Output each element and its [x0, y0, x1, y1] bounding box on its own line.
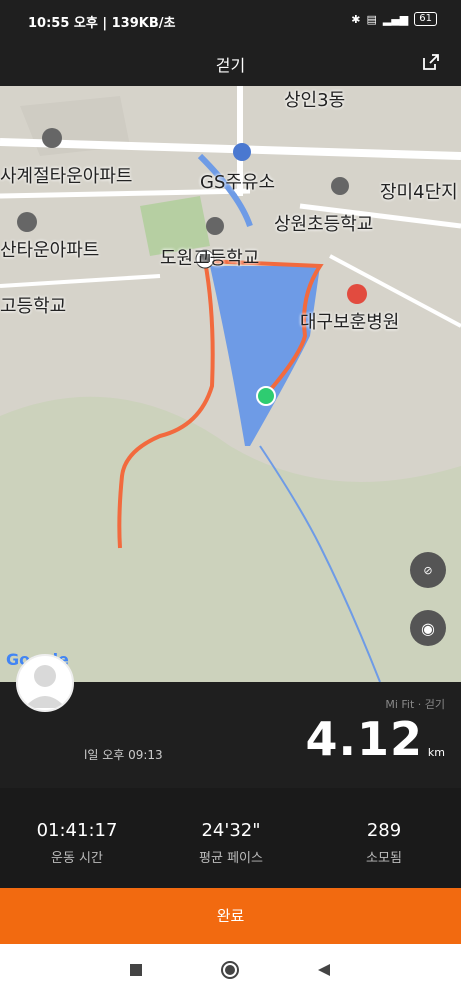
done-button[interactable]: 완료: [0, 888, 461, 944]
hide-km-button[interactable]: ⊘: [410, 552, 446, 588]
gas-station-icon: [233, 143, 251, 161]
map-label: 산타운아파트: [0, 240, 100, 261]
share-icon[interactable]: [421, 52, 441, 72]
stat-value: 24'32": [201, 820, 261, 841]
status-time: 10:55 오후 | 139KB/초: [28, 16, 176, 31]
km-hidden-icon: ⊘: [423, 563, 433, 577]
map-label: 대구보훈병원: [300, 312, 400, 333]
back-button[interactable]: [316, 962, 332, 978]
stat-label: 평균 페이스: [199, 851, 263, 866]
home-button[interactable]: [220, 960, 240, 980]
stat-calories: 289 소모됨: [307, 820, 461, 866]
eye-icon: ◉: [421, 618, 435, 638]
map-label: 고등학교: [0, 296, 67, 317]
data-source: Mi Fit · 걷기: [385, 698, 445, 711]
distance-value: 4.12: [305, 712, 423, 766]
map-label: 장미4단지: [380, 182, 458, 203]
stat-duration: 01:41:17 운동 시간: [0, 820, 154, 866]
map-label: 상인3동: [284, 90, 346, 111]
system-nav-bar: [0, 944, 461, 1000]
hospital-icon: [347, 284, 367, 304]
bluetooth-icon: ✱: [351, 12, 361, 26]
app-bar: 걷기: [0, 40, 461, 86]
stat-label: 운동 시간: [51, 851, 103, 866]
start-marker-icon: [256, 386, 276, 406]
route-map[interactable]: 상인3동 사계절타운아파트 GS주유소 장미4단지 상원초등학교 산타운아파트 …: [0, 86, 461, 682]
avatar: [16, 654, 74, 712]
distance-unit: km: [427, 746, 445, 759]
volte-icon: ▤: [366, 12, 377, 26]
school-icon: [331, 177, 349, 195]
stat-value: 289: [366, 820, 402, 841]
map-label: 도원고등학교: [160, 248, 260, 269]
workout-date: l일 오후 09:13: [84, 748, 163, 762]
visibility-button[interactable]: ◉: [410, 610, 446, 646]
map-label: GS주유소: [200, 172, 276, 193]
battery-indicator: 61: [414, 12, 437, 26]
apartment-icon: [17, 212, 37, 232]
recents-button[interactable]: [128, 962, 144, 978]
map-label: 사계절타운아파트: [0, 166, 133, 187]
apartment-icon: [42, 128, 62, 148]
signal-icon: ▂▄▆: [382, 12, 409, 26]
page-title: 걷기: [215, 56, 246, 75]
status-icons: ✱ ▤ ▂▄▆ 61: [351, 12, 437, 26]
network-speed: 139KB/초: [111, 16, 176, 31]
stat-pace: 24'32" 평균 페이스: [154, 820, 308, 866]
school-icon: [206, 217, 224, 235]
stat-value: 01:41:17: [36, 820, 118, 841]
stat-label: 소모됨: [366, 851, 402, 866]
status-bar: 10:55 오후 | 139KB/초 ✱ ▤ ▂▄▆ 61: [0, 0, 461, 40]
map-label: 상원초등학교: [274, 214, 374, 235]
stats-row: 01:41:17 운동 시간 24'32" 평균 페이스 289 소모됨: [0, 788, 461, 888]
